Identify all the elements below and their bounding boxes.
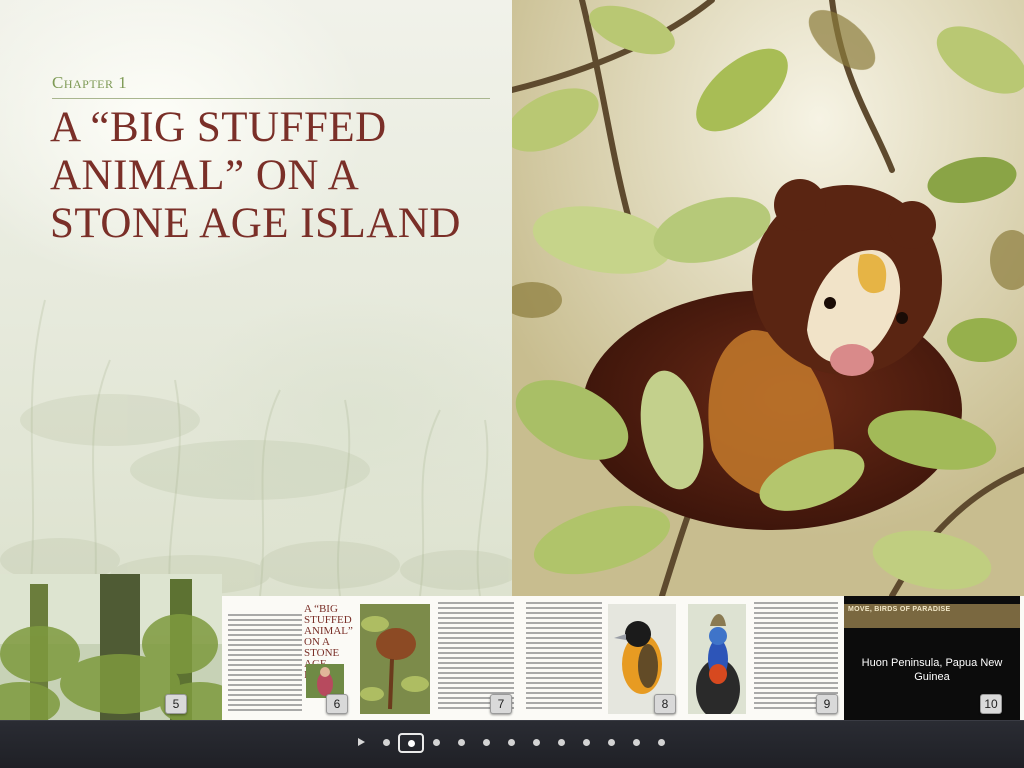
thumbnail-page-8[interactable]: 8 — [520, 596, 682, 720]
chapter-label: Chapter 1 — [52, 73, 128, 92]
chapter-divider — [52, 98, 490, 99]
book-spread[interactable]: Chapter 1 A “Big Stuffed Animal” on a St… — [0, 0, 1024, 596]
thumbnail-page-11-partial[interactable] — [1020, 596, 1024, 720]
current-page-indicator[interactable] — [398, 733, 424, 753]
page-dot[interactable] — [458, 739, 465, 746]
text-column — [526, 602, 602, 712]
page-dot[interactable] — [633, 739, 640, 746]
page-dot[interactable] — [533, 739, 540, 746]
page-number-badge: 8 — [654, 694, 676, 714]
page-dot[interactable] — [483, 739, 490, 746]
thumbnail-page-9[interactable]: 9 — [682, 596, 844, 720]
section-header: MOVE, BIRDS OF PARADISE — [844, 604, 1020, 628]
thumbnail-page-6[interactable]: A “Big Stuffed Animal” on a Stone Age Is… — [222, 596, 354, 720]
page-dot[interactable] — [558, 739, 565, 746]
page-number-badge: 5 — [165, 694, 187, 714]
tree-kangaroo-photo — [512, 0, 1024, 596]
page-number-badge: 6 — [326, 694, 348, 714]
page-dot[interactable] — [433, 739, 440, 746]
chapter-title: A “Big Stuffed Animal” on a Stone Age Is… — [50, 104, 461, 247]
page-thumbnail-strip[interactable]: 5 A “Big Stuffed Animal” on a Stone Age … — [0, 574, 1024, 720]
page-number-badge: 9 — [816, 694, 838, 714]
page-number-badge: 10 — [980, 694, 1002, 714]
map-caption: Huon Peninsula, Papua New Guinea — [861, 657, 1003, 683]
page-dot[interactable] — [383, 739, 390, 746]
text-column — [228, 614, 302, 714]
thumbnail-page-5[interactable]: 5 — [0, 574, 222, 720]
cassowary-photo — [688, 604, 746, 714]
page-dot[interactable] — [583, 739, 590, 746]
page-number-badge: 7 — [490, 694, 512, 714]
moss-forest-photo — [0, 574, 222, 720]
page-dot[interactable] — [658, 739, 665, 746]
thumbnail-page-7[interactable]: 7 — [354, 596, 520, 720]
page-dot[interactable] — [608, 739, 615, 746]
researcher-photo — [306, 664, 344, 698]
page-dot[interactable] — [508, 739, 515, 746]
thumbnail-page-10[interactable]: MOVE, BIRDS OF PARADISE Huon Peninsula, … — [844, 596, 1020, 720]
page-navigation-bar[interactable] — [0, 720, 1024, 768]
kangaroo-in-tree-photo — [360, 604, 430, 714]
chapter-opener-page: Chapter 1 A “Big Stuffed Animal” on a St… — [0, 0, 512, 596]
play-icon[interactable] — [358, 738, 365, 746]
